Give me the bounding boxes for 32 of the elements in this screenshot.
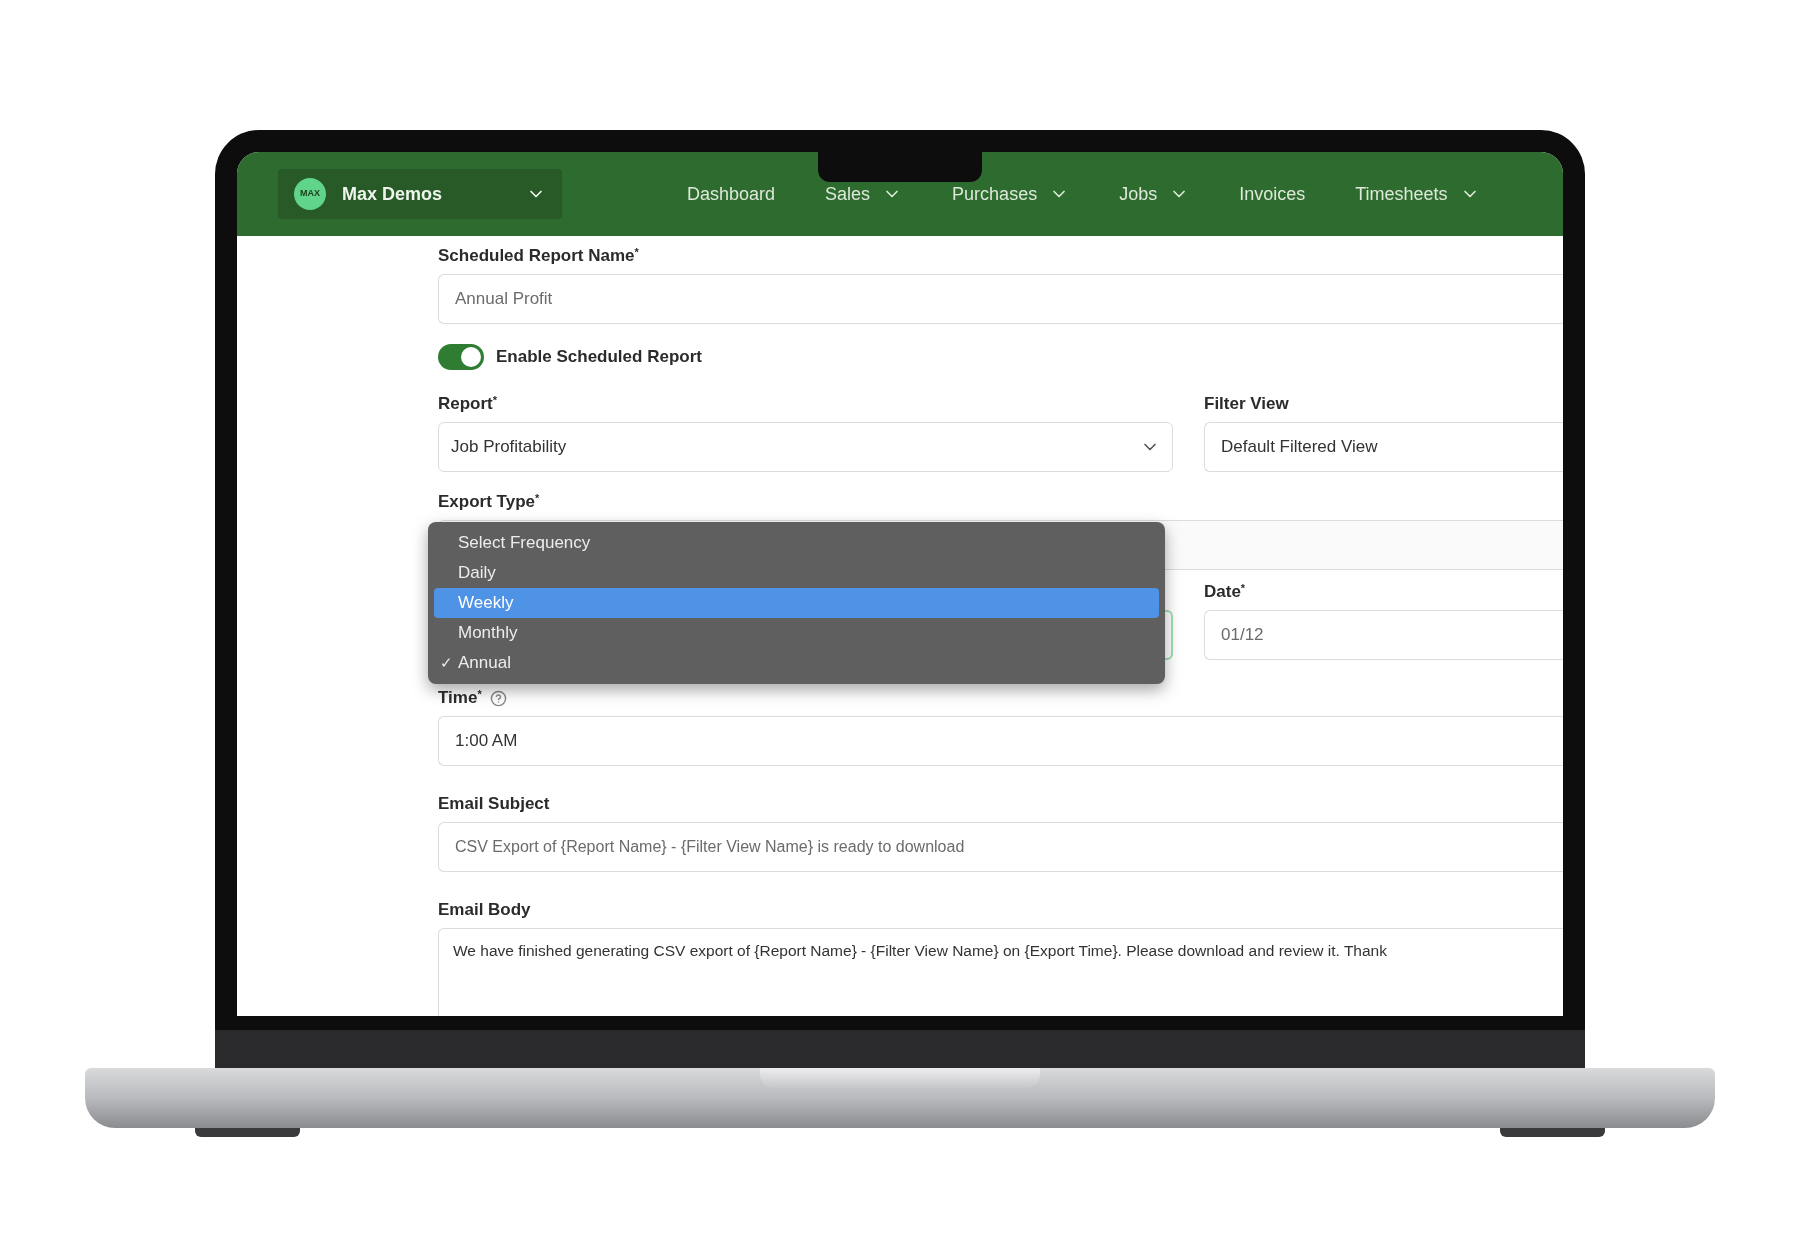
nav-menu-item[interactable]: Purchases <box>952 180 1070 208</box>
text-field[interactable]: Default Filtered View <box>1204 422 1563 472</box>
field-label: Export Type$^{*}$ <box>438 490 540 514</box>
email-body-field[interactable]: We have finished generating CSV export of {Report Name} - {Filter View Name} on {Export Time}. Please download and review it. Thank <box>438 928 1563 1016</box>
dropdown-option[interactable]: Weekly <box>434 588 1159 618</box>
text-field[interactable]: 1:00 AM <box>438 716 1563 766</box>
toggle-label: Enable Scheduled Report <box>496 346 702 369</box>
text-field[interactable]: 01/12 <box>1204 610 1563 660</box>
organization-switcher[interactable]: MAX Max Demos <box>278 169 562 219</box>
toggle-switch[interactable] <box>438 344 484 370</box>
field-label: Date$^{*}$ <box>1204 580 1246 604</box>
help-icon[interactable] <box>489 689 507 707</box>
logo: MAX <box>294 178 326 210</box>
dropdown-option[interactable]: Monthly <box>434 618 1159 648</box>
field-label: Report$^{*}$ <box>438 392 498 416</box>
nav-menu-item[interactable]: Jobs <box>1119 180 1190 208</box>
nav-menu-item[interactable]: Timesheets <box>1355 180 1480 208</box>
field-label: Scheduled Report Name$^{*}$ <box>438 244 639 268</box>
text-field[interactable]: Annual Profit <box>438 274 1563 324</box>
field-label: Time$^{*}$ <box>438 686 482 710</box>
field-label: Email Body <box>438 899 531 922</box>
nav-menu-item[interactable]: Invoices <box>1239 180 1306 208</box>
organization-name: Max Demos <box>342 182 444 206</box>
dropdown-option[interactable]: Daily <box>434 558 1159 588</box>
field-label: Email Subject <box>438 793 550 816</box>
report-select[interactable]: Job Profitability <box>438 422 1173 472</box>
dropdown-option[interactable]: Select Frequency <box>434 528 1159 558</box>
field-label: Filter View <box>1204 393 1289 416</box>
text-field[interactable]: CSV Export of {Report Name} - {Filter View Name} is ready to download <box>438 822 1563 872</box>
nav-menu-item[interactable]: Sales <box>825 180 903 208</box>
dropdown-option[interactable]: ✓ Annual <box>434 648 1159 678</box>
nav-menu-item[interactable]: Dashboard <box>687 180 776 208</box>
